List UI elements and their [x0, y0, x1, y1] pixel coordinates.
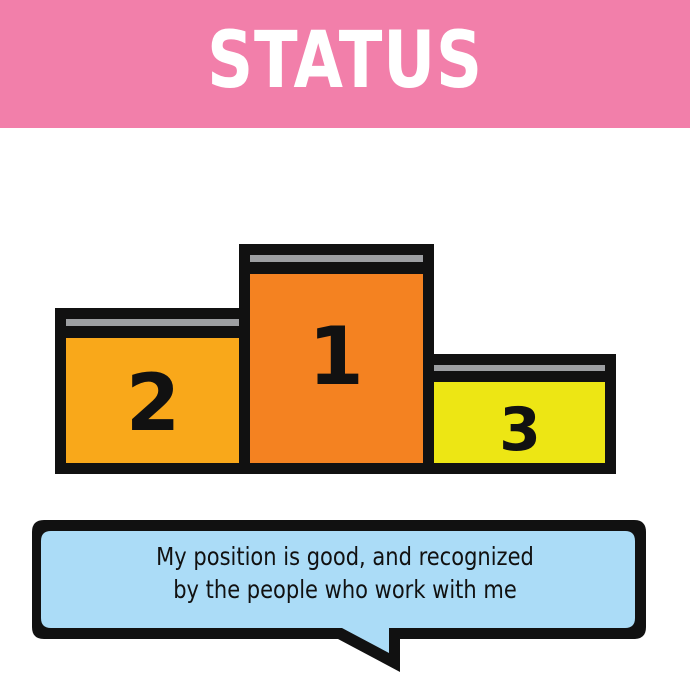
podium-block-first: 1 — [239, 244, 434, 474]
place-number-first: 1 — [308, 310, 364, 403]
podium-stripe — [250, 255, 423, 262]
place-number-second: 2 — [126, 359, 180, 449]
podium-stripe — [66, 319, 239, 326]
podium-stripe — [434, 365, 605, 371]
place-number-third: 3 — [499, 395, 541, 465]
speech-bubble-line: by the people who work with me — [173, 575, 517, 604]
speech-bubble-text: My position is good, and recognized by t… — [97, 540, 593, 606]
speech-bubble-line: My position is good, and recognized — [156, 542, 534, 571]
infographic-card: STATUS 2 3 1 My position is good, and re… — [0, 0, 690, 697]
podium-block-second: 2 — [55, 308, 250, 474]
podium-block-third: 3 — [423, 354, 616, 474]
